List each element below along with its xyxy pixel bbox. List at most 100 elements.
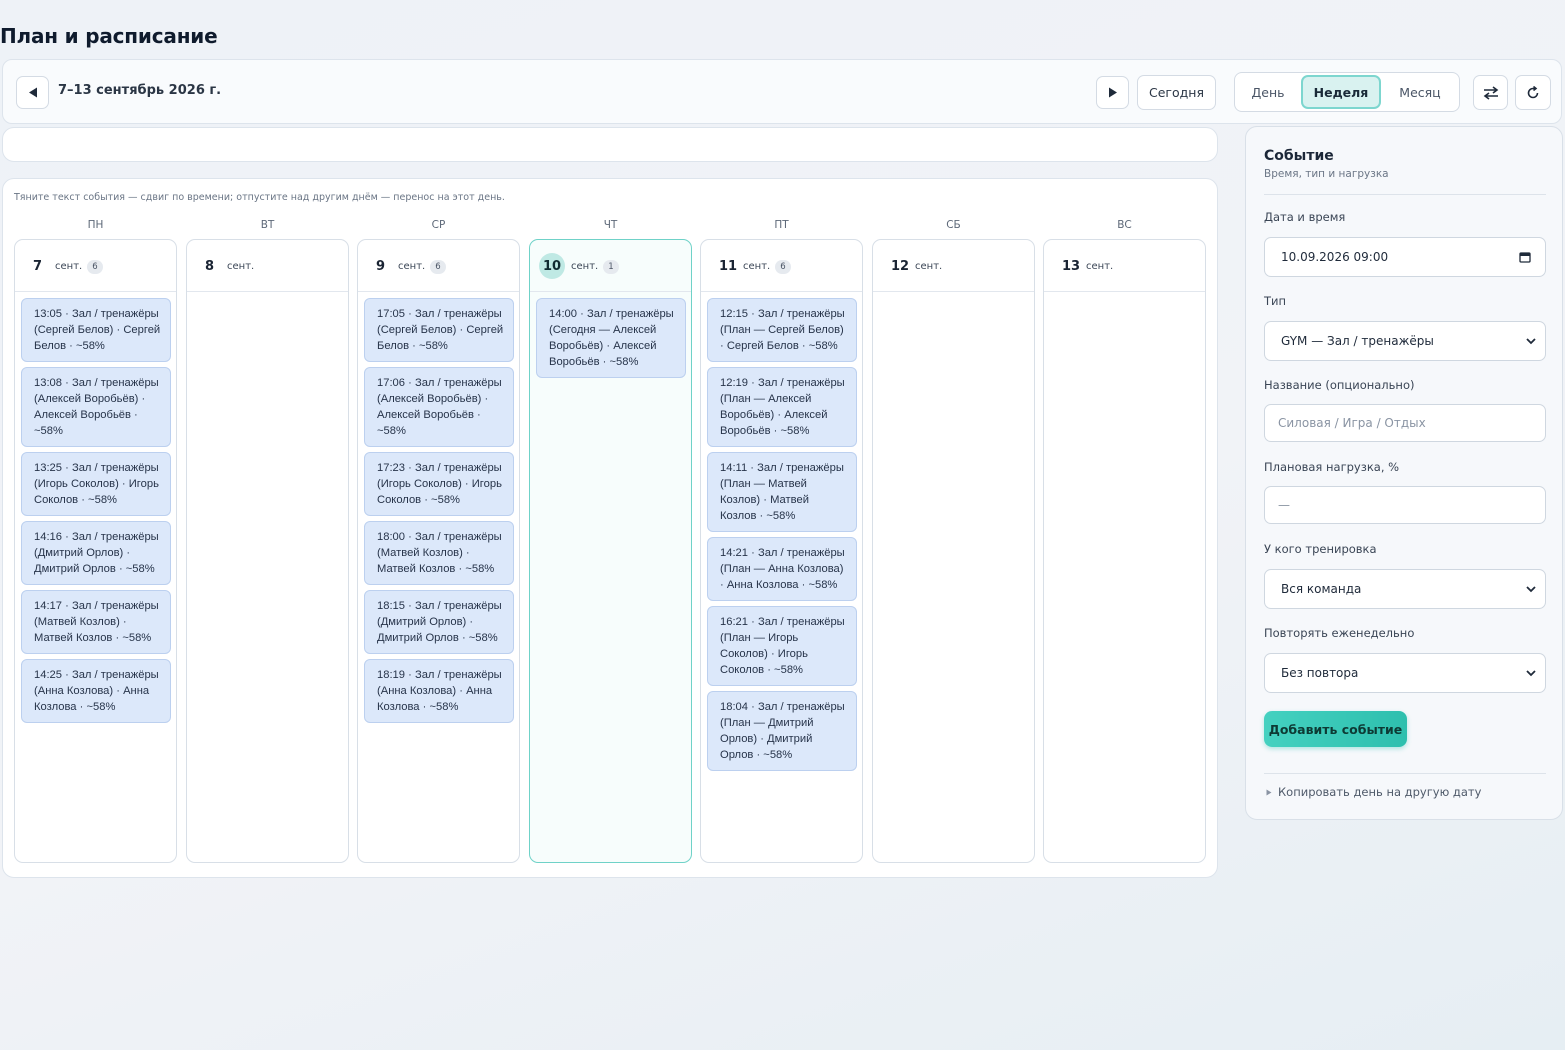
event-card[interactable]: 17:06 · Зал / тренажёры (Алексей Воробьё… (364, 367, 514, 447)
refresh-button[interactable] (1515, 75, 1551, 110)
day-number: 13 (1062, 259, 1081, 274)
day-header: 11 сент. 6 (701, 240, 862, 292)
weekday-header: ВС (1117, 219, 1132, 231)
week-calendar: Тяните текст события — сдвиг по времени;… (2, 178, 1218, 878)
event-card[interactable]: 12:15 · Зал / тренажёры (План — Сергей Б… (707, 298, 857, 362)
day-column[interactable]: 12 сент. (872, 239, 1035, 863)
day-number: 7 (33, 259, 43, 274)
view-switcher: День Неделя Месяц (1234, 72, 1460, 112)
name-input[interactable]: Силовая / Игра / Отдых (1264, 404, 1546, 442)
chevron-down-icon (1526, 586, 1536, 593)
name-label: Название (опционально) (1264, 378, 1415, 392)
day-column[interactable]: 7 сент. 6 13:05 · Зал / тренажёры (Сергей Б… (14, 239, 177, 863)
weekday-header: ПТ (774, 219, 789, 231)
event-count-badge: 6 (430, 260, 446, 274)
today-button[interactable]: Сегодня (1137, 75, 1216, 110)
event-card[interactable]: 18:19 · Зал / тренажёры (Анна Козлова) ·… (364, 659, 514, 723)
day-header: 9 сент. 6 (358, 240, 519, 292)
day-header: 13 сент. (1044, 240, 1205, 292)
triangle-right-icon (1108, 87, 1117, 98)
who-select[interactable]: Вся команда (1264, 569, 1546, 609)
drag-hint: Тяните текст события — сдвиг по времени;… (14, 192, 505, 203)
event-card[interactable]: 12:19 · Зал / тренажёры (План — Алексей … (707, 367, 857, 447)
calendar-icon[interactable] (1519, 251, 1531, 263)
event-card[interactable]: 14:00 · Зал / тренажёры (Сегодня — Алекс… (536, 298, 686, 378)
chevron-down-icon (1526, 338, 1536, 345)
weekday-header: ЧТ (603, 219, 618, 231)
type-select[interactable]: GYM — Зал / тренажёры (1264, 321, 1546, 361)
event-card[interactable]: 18:04 · Зал / тренажёры (План — Дмитрий … (707, 691, 857, 771)
swap-button[interactable] (1473, 75, 1508, 110)
view-month-button[interactable]: Месяц (1383, 75, 1457, 109)
repeat-value: Без повтора (1281, 666, 1359, 680)
day-header: 8 сент. (187, 240, 348, 292)
view-day-button[interactable]: День (1237, 75, 1299, 109)
form-title: Событие (1264, 148, 1334, 164)
datetime-value: 10.09.2026 09:00 (1281, 250, 1389, 264)
event-card[interactable]: 17:23 · Зал / тренажёры (Игорь Соколов) … (364, 452, 514, 516)
event-card[interactable]: 16:21 · Зал / тренажёры (План — Игорь Со… (707, 606, 857, 686)
event-card[interactable]: 17:05 · Зал / тренажёры (Сергей Белов) ·… (364, 298, 514, 362)
day-column[interactable]: 8 сент. (186, 239, 349, 863)
load-label: Плановая нагрузка, % (1264, 460, 1400, 474)
add-event-button[interactable]: Добавить событие (1264, 711, 1407, 747)
day-header: 10 сент. 1 (530, 240, 691, 292)
event-list: 17:05 · Зал / тренажёры (Сергей Белов) ·… (364, 298, 514, 728)
weekday-header: СР (431, 219, 446, 231)
load-placeholder: — (1278, 498, 1290, 512)
event-list: 13:05 · Зал / тренажёры (Сергей Белов) ·… (21, 298, 171, 728)
who-label: У кого тренировка (1264, 542, 1377, 556)
event-count-badge: 1 (603, 260, 619, 274)
prev-period-button[interactable] (16, 76, 49, 109)
chevron-down-icon (1526, 670, 1536, 677)
copy-day-toggle[interactable]: Копировать день на другую дату (1266, 785, 1481, 799)
page-title: План и расписание (0, 24, 218, 48)
event-card[interactable]: 14:17 · Зал / тренажёры (Матвей Козлов) … (21, 590, 171, 654)
load-input[interactable]: — (1264, 486, 1546, 524)
weekday-header: ПН (87, 219, 104, 231)
day-column[interactable]: 11 сент. 6 12:15 · Зал / тренажёры (План — … (700, 239, 863, 863)
swap-arrows-icon (1483, 85, 1498, 100)
day-column[interactable]: 10 сент. 1 14:00 · Зал / тренажёры (Сегодня… (529, 239, 692, 863)
day-month: сент. (398, 261, 426, 272)
triangle-right-icon (1266, 789, 1272, 795)
day-column[interactable]: 13 сент. (1043, 239, 1206, 863)
event-card[interactable]: 14:11 · Зал / тренажёры (План — Матвей К… (707, 452, 857, 532)
repeat-select[interactable]: Без повтора (1264, 653, 1546, 693)
name-placeholder: Силовая / Игра / Отдых (1278, 416, 1426, 430)
day-month: сент. (743, 261, 771, 272)
day-number: 11 (719, 259, 738, 274)
day-number: 8 (205, 259, 215, 274)
copy-day-label: Копировать день на другую дату (1278, 785, 1482, 799)
event-card[interactable]: 14:21 · Зал / тренажёры (План — Анна Коз… (707, 537, 857, 601)
day-header: 12 сент. (873, 240, 1034, 292)
day-number: 10 (539, 253, 565, 279)
form-subtitle: Время, тип и нагрузка (1264, 168, 1389, 180)
weekday-header: ВТ (260, 219, 275, 231)
day-month: сент. (227, 261, 255, 272)
event-card[interactable]: 14:25 · Зал / тренажёры (Анна Козлова) ·… (21, 659, 171, 723)
event-card[interactable]: 13:25 · Зал / тренажёры (Игорь Соколов) … (21, 452, 171, 516)
event-count-badge: 6 (87, 260, 103, 274)
event-card[interactable]: 18:15 · Зал / тренажёры (Дмитрий Орлов) … (364, 590, 514, 654)
day-column[interactable]: 9 сент. 6 17:05 · Зал / тренажёры (Сергей Б… (357, 239, 520, 863)
calendar-toolbar: 7–13 сентябрь 2026 г. Сегодня День Недел… (2, 59, 1562, 124)
day-month: сент. (1086, 261, 1114, 272)
next-period-button[interactable] (1096, 76, 1129, 109)
event-card[interactable]: 13:05 · Зал / тренажёры (Сергей Белов) ·… (21, 298, 171, 362)
refresh-icon (1527, 85, 1539, 98)
day-number: 12 (891, 259, 910, 274)
view-week-button[interactable]: Неделя (1301, 75, 1381, 109)
who-value: Вся команда (1281, 582, 1362, 596)
event-card[interactable]: 14:16 · Зал / тренажёры (Дмитрий Орлов) … (21, 521, 171, 585)
datetime-input[interactable]: 10.09.2026 09:00 (1264, 237, 1546, 277)
day-month: сент. (915, 261, 943, 272)
datetime-label: Дата и время (1264, 210, 1346, 224)
event-card[interactable]: 13:08 · Зал / тренажёры (Алексей Воробьё… (21, 367, 171, 447)
event-list: 12:15 · Зал / тренажёры (План — Сергей Б… (707, 298, 857, 776)
filter-bar (2, 127, 1218, 162)
type-label: Тип (1264, 294, 1287, 308)
event-card[interactable]: 18:00 · Зал / тренажёры (Матвей Козлов) … (364, 521, 514, 585)
event-count-badge: 6 (775, 260, 791, 274)
divider (1264, 194, 1546, 195)
